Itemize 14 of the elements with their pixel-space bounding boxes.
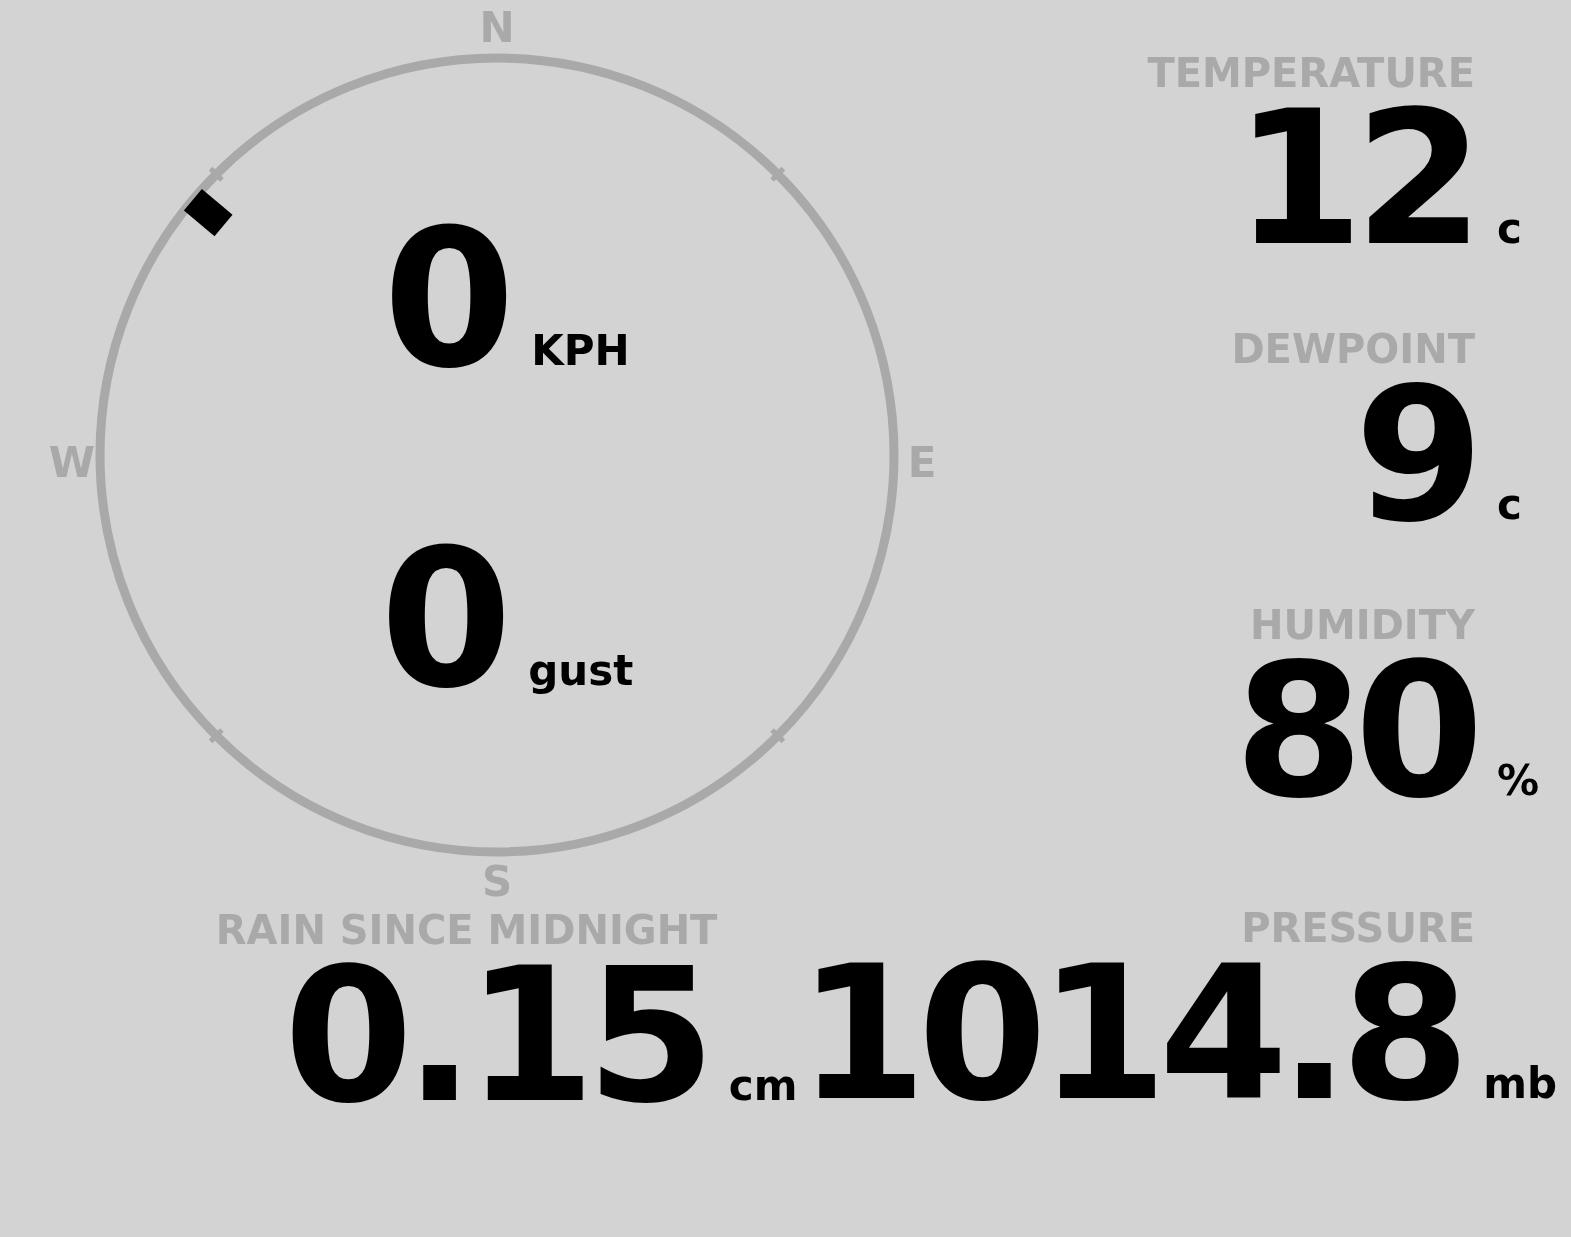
reading-value: 80 (1234, 656, 1475, 806)
reading-unit: c (1497, 480, 1523, 529)
reading-value: 0.15 (283, 961, 707, 1111)
reading-unit: % (1497, 756, 1541, 805)
wind-gust-value: 0 (380, 525, 507, 715)
reading-unit: c (1497, 204, 1523, 253)
reading-value: 12 (1234, 104, 1475, 254)
reading-value: 9 (1354, 380, 1475, 530)
reading-value: 1014.8 (797, 959, 1462, 1109)
reading-unit: mb (1483, 1059, 1557, 1108)
wind-speed-value: 0 (383, 205, 510, 395)
wind-gust-unit: gust (528, 646, 634, 695)
reading-unit: cm (728, 1061, 798, 1110)
wind-speed-unit: KPH (531, 326, 630, 375)
